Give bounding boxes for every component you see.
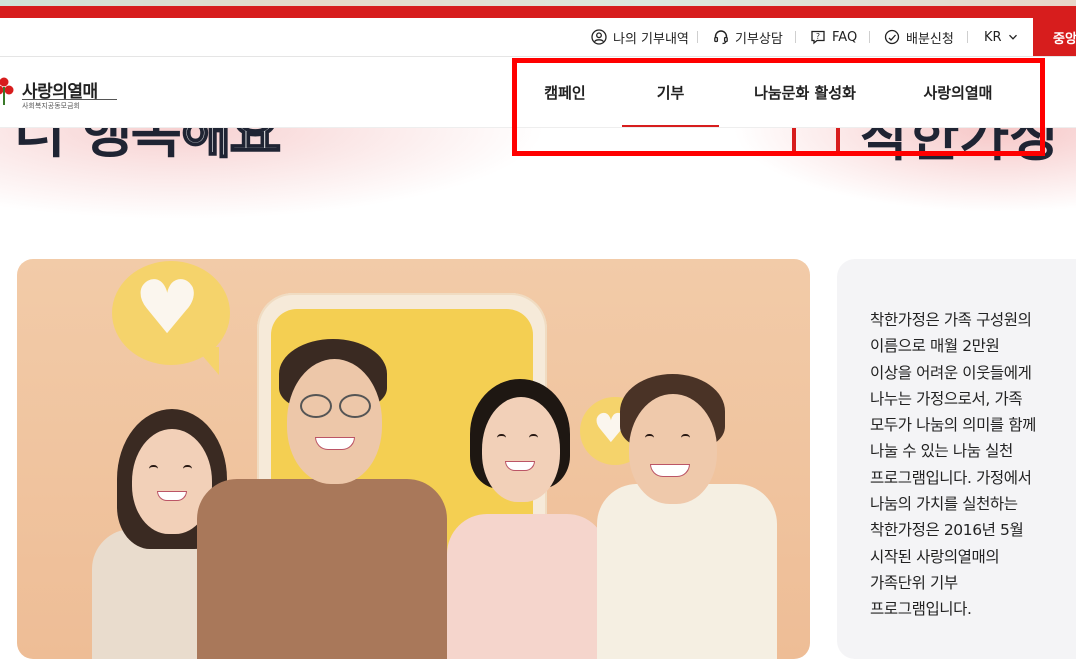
description-text: 착한가정은 가족 구성원의 이름으로 매월 2만원 이상을 어려운 이웃들에게 … [870,307,1070,623]
family-photo: ♥ ♥ [17,259,810,659]
faq-icon: ? [811,30,825,45]
distribution-apply-label: 배분신청 [906,31,954,47]
speech-bubble-tail [195,347,219,375]
logo-subtext: 사회복지공동모금회 [22,99,117,111]
util-divider [967,31,968,43]
description-line: 이름으로 매월 2만원 [870,337,1000,356]
top-red-band [0,6,1076,18]
description-line: 프로그램입니다. 가정에서 [870,468,1032,487]
chevron-down-icon [1008,34,1017,40]
language-select[interactable]: KR [984,18,1018,56]
util-divider [697,31,698,43]
description-line: 프로그램입니다. [870,600,972,619]
coin-hand-icon [884,29,900,45]
description-line: 나눌 수 있는 나눔 실천 [870,442,1013,461]
faq-label: FAQ [832,29,858,45]
description-line: 모두가 나눔의 의미를 함께 [870,416,1037,435]
love-fruit-logo-icon [0,77,14,105]
description-line: 착한가정은 가족 구성원의 [870,311,1032,329]
description-line: 나눔의 가치를 실천하는 [870,495,1018,514]
faq-link[interactable]: ? FAQ [810,18,857,56]
donation-consult-link[interactable]: 기부상담 [713,18,783,56]
description-line: 나누는 가정으로서, 가족 [870,389,1023,408]
util-divider [795,31,796,43]
utility-bar: 나의 기부내역 기부상담 ? FAQ 배분신청 KR [0,18,1076,57]
donation-consult-label: 기부상담 [735,31,783,47]
description-line: 이상을 어려운 이웃들에게 [870,363,1032,382]
site-logo[interactable]: 사랑의열매 사회복지공동모금회 [0,75,120,111]
description-line: 가족단위 기부 [870,573,958,592]
user-circle-icon [591,29,607,45]
nav-highlight-box [512,58,1045,156]
util-divider [869,31,870,43]
glasses-icon [300,394,332,418]
headset-icon [714,30,728,45]
description-line: 시작된 사랑의열매의 [870,547,1000,566]
central-button-label: 중앙 [1053,31,1076,47]
my-donations-label: 나의 기부내역 [613,31,689,47]
central-button[interactable]: 중앙 [1033,18,1076,56]
distribution-apply-link[interactable]: 배분신청 [884,18,954,56]
svg-text:?: ? [816,32,820,41]
description-line: 착한가정은 2016년 5월 [870,521,1024,540]
heart-icon: ♥ [134,265,201,351]
my-donations-link[interactable]: 나의 기부내역 [591,18,689,56]
language-label: KR [984,29,1002,45]
